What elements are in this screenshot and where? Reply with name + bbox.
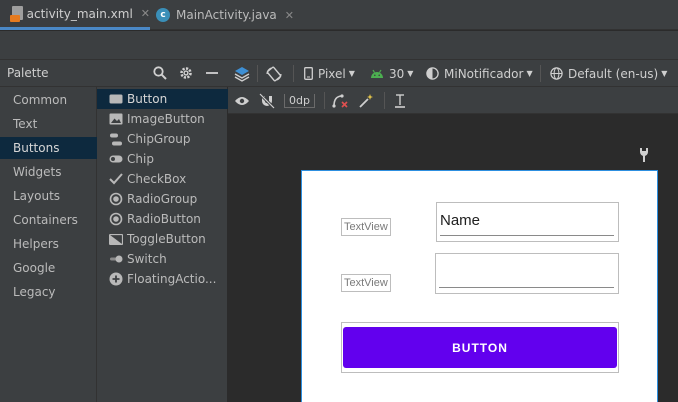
item-label: ChipGroup [127, 132, 191, 146]
close-icon[interactable]: ✕ [285, 9, 294, 22]
add-circle-icon [109, 272, 123, 286]
button-widget[interactable]: BUTTON [343, 327, 617, 368]
category-legacy[interactable]: Legacy [0, 281, 97, 303]
globe-icon [550, 67, 563, 80]
item-label: ImageButton [127, 112, 205, 126]
edittext-value: Name [440, 212, 481, 229]
category-helpers[interactable]: Helpers [0, 233, 97, 255]
tab-label: activity_main.xml [26, 6, 133, 21]
palette-item-chipgroup[interactable]: ChipGroup [97, 129, 228, 149]
theme-icon [426, 67, 439, 80]
layers-icon[interactable] [233, 64, 251, 83]
empty-toolbar-strip [0, 31, 678, 60]
textview-label[interactable]: TextView [341, 218, 391, 236]
api-label: 30 [389, 66, 405, 81]
item-label: RadioButton [127, 212, 201, 226]
palette-header: Palette [0, 60, 228, 87]
close-icon[interactable]: ✕ [141, 7, 150, 20]
device-label: Pixel [318, 66, 346, 81]
orientation-icon[interactable] [265, 64, 283, 83]
palette-title: Palette [7, 66, 49, 80]
chevron-down-icon: ▼ [407, 69, 414, 78]
item-label: RadioGroup [127, 192, 198, 206]
item-label: Button [127, 92, 168, 106]
category-google[interactable]: Google [0, 257, 97, 279]
item-label: CheckBox [127, 172, 187, 186]
palette-item-togglebutton[interactable]: ToggleButton [97, 229, 228, 249]
category-common[interactable]: Common [0, 89, 97, 111]
item-label: FloatingActio... [127, 272, 217, 286]
gear-icon[interactable] [178, 65, 194, 81]
tab-mainactivity-java[interactable]: c MainActivity.java ✕ [154, 0, 294, 30]
switch-icon [109, 252, 123, 266]
locale-label: Default (en-us) [568, 66, 659, 81]
radio-icon [109, 212, 123, 226]
design-toolbar: Pixel ▼ 30 ▼ MiNotificador ▼ Default (en… [228, 60, 678, 87]
category-buttons[interactable]: Buttons [0, 137, 97, 159]
image-icon [109, 112, 123, 126]
device-screen-preview[interactable]: TextView Name TextView BUTTON [301, 170, 658, 402]
baseline-align-icon[interactable] [392, 91, 408, 110]
wrench-icon[interactable] [638, 147, 650, 163]
item-label: Switch [127, 252, 167, 266]
chevron-down-icon: ▼ [348, 69, 355, 78]
palette-item-floatingactionbutton[interactable]: FloatingActio... [97, 269, 228, 289]
chip-icon [109, 152, 123, 166]
edittext-underline [440, 235, 614, 236]
palette-item-switch[interactable]: Switch [97, 249, 228, 269]
infer-constraints-icon[interactable] [358, 91, 374, 110]
api-level-dropdown[interactable]: 30 ▼ [370, 64, 413, 83]
checkmark-icon [109, 172, 123, 186]
palette-item-checkbox[interactable]: CheckBox [97, 169, 228, 189]
button-outline[interactable]: BUTTON [341, 322, 619, 373]
name-edittext[interactable]: Name [436, 202, 619, 242]
magnet-off-icon[interactable] [259, 91, 275, 110]
margin-value: 0dp [284, 93, 315, 108]
xml-file-icon [10, 5, 23, 22]
tab-activity-main-xml[interactable]: activity_main.xml ✕ [0, 0, 150, 30]
device-dropdown[interactable]: Pixel ▼ [304, 64, 355, 83]
chevron-down-icon: ▼ [526, 69, 533, 78]
textview-label[interactable]: TextView [341, 274, 391, 292]
radio-icon [109, 192, 123, 206]
palette-items: Button ImageButton ChipGroup Chip CheckB… [97, 87, 228, 402]
category-layouts[interactable]: Layouts [0, 185, 97, 207]
tab-label: MainActivity.java [176, 8, 277, 22]
theme-dropdown[interactable]: MiNotificador ▼ [426, 64, 533, 83]
search-icon[interactable] [152, 65, 168, 81]
palette-item-button[interactable]: Button [97, 89, 228, 109]
category-text[interactable]: Text [0, 113, 97, 135]
default-margin-field[interactable]: 0dp [284, 91, 315, 110]
edittext-underline [439, 287, 614, 288]
java-class-icon: c [156, 8, 170, 22]
palette-item-imagebutton[interactable]: ImageButton [97, 109, 228, 129]
category-widgets[interactable]: Widgets [0, 161, 97, 183]
phone-icon [304, 67, 313, 80]
chipgroup-icon [109, 132, 123, 146]
palette-item-chip[interactable]: Chip [97, 149, 228, 169]
palette-item-radiobutton[interactable]: RadioButton [97, 209, 228, 229]
minimize-icon[interactable] [204, 65, 220, 81]
android-icon [370, 69, 384, 79]
toggle-icon [109, 232, 123, 246]
palette-categories: Common Text Buttons Widgets Layouts Cont… [0, 87, 97, 402]
item-label: Chip [127, 152, 154, 166]
item-label: ToggleButton [127, 232, 206, 246]
chevron-down-icon: ▼ [661, 69, 668, 78]
editor-tab-bar: activity_main.xml ✕ c MainActivity.java … [0, 0, 678, 30]
category-containers[interactable]: Containers [0, 209, 97, 231]
eye-icon[interactable] [234, 91, 250, 110]
palette-item-radiogroup[interactable]: RadioGroup [97, 189, 228, 209]
theme-label: MiNotificador [444, 66, 524, 81]
button-widget-icon [109, 92, 123, 106]
empty-edittext[interactable] [435, 253, 619, 294]
clear-constraints-icon[interactable] [332, 91, 348, 110]
locale-dropdown[interactable]: Default (en-us) ▼ [550, 64, 667, 83]
constraint-toolbar: 0dp [228, 87, 678, 114]
